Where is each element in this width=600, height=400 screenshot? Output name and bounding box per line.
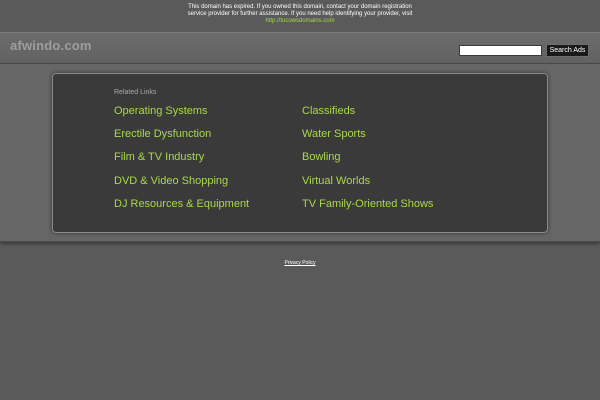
related-link[interactable]: TV Family-Oriented Shows: [302, 198, 433, 211]
search-input[interactable]: [459, 45, 542, 56]
page: This domain has expired. If you owned th…: [0, 0, 600, 400]
footer: Privacy Policy: [0, 260, 600, 266]
notice-line-1: This domain has expired. If you owned th…: [188, 4, 412, 10]
related-link[interactable]: Bowling: [302, 151, 341, 164]
notice-link[interactable]: http://tucowsdomains.com: [265, 18, 334, 24]
related-link[interactable]: Virtual Worlds: [302, 175, 370, 188]
related-link[interactable]: DVD & Video Shopping: [114, 175, 228, 188]
search-ads-button[interactable]: Search Ads: [546, 44, 589, 57]
related-links-title: Related Links: [114, 89, 157, 96]
related-link[interactable]: DJ Resources & Equipment: [114, 198, 249, 211]
privacy-policy-link[interactable]: Privacy Policy: [284, 260, 315, 266]
related-link[interactable]: Erectile Dysfunction: [114, 128, 211, 141]
notice-line-2: service provider for further assistance.…: [187, 11, 413, 17]
expiry-notice: This domain has expired. If you owned th…: [0, 4, 600, 25]
related-link[interactable]: Classifieds: [302, 105, 355, 118]
site-name: afwindo.com: [10, 38, 92, 53]
related-link[interactable]: Film & TV Industry: [114, 151, 204, 164]
related-link[interactable]: Operating Systems: [114, 105, 208, 118]
related-link[interactable]: Water Sports: [302, 128, 366, 141]
